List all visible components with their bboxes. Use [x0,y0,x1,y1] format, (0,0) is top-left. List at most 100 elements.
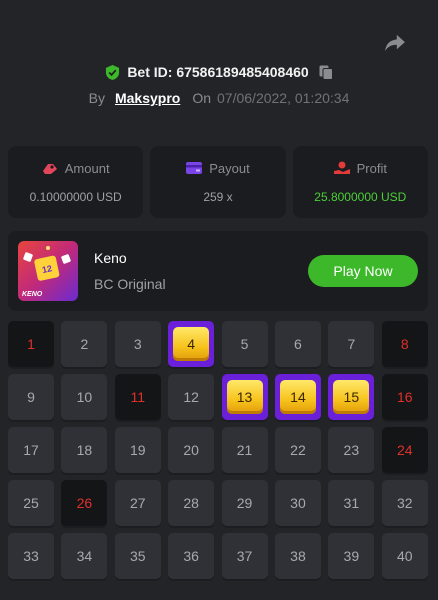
bet-id-row: Bet ID: 67586189485408460 [0,64,438,80]
keno-cell-number: 6 [294,336,302,352]
keno-cell-number: 11 [130,389,146,405]
payout-icon [186,162,203,174]
keno-cell-number: 12 [183,389,199,405]
keno-cell-miss: 16 [381,374,428,420]
share-icon[interactable] [384,34,406,52]
bet-stats: Amount 0.10000000 USD Payout 259 x Profi… [8,146,428,218]
keno-cell-miss: 8 [381,321,428,367]
keno-cell: 30 [274,480,321,526]
keno-cell-number: 26 [76,495,93,511]
keno-cell-number: 1 [27,336,35,352]
keno-cell-number: 33 [23,548,39,564]
game-name: Keno [94,250,127,266]
keno-cell-number: 25 [23,495,39,511]
thumb-label: KENO [22,291,43,298]
keno-cell: 6 [274,321,321,367]
amount-icon [42,164,57,174]
keno-game-thumbnail[interactable]: 12 KENO [18,241,78,301]
keno-cell: 39 [328,533,375,579]
keno-cell-number: 22 [290,442,306,458]
keno-cell-number: 15 [333,380,370,414]
keno-cell-number: 38 [290,548,306,564]
keno-cell: 37 [221,533,268,579]
keno-cell: 29 [221,480,268,526]
keno-cell: 31 [328,480,375,526]
keno-cell: 10 [61,374,108,420]
keno-cell-number: 34 [76,548,93,564]
copy-icon[interactable] [319,65,333,80]
keno-cell-number: 40 [396,548,413,564]
keno-cell: 18 [61,427,108,473]
keno-cell: 9 [8,374,54,420]
keno-cell-hit: 14 [274,374,321,420]
bet-id-text: Bet ID: 67586189485408460 [127,64,309,80]
payout-card: Payout 259 x [150,146,286,218]
keno-cell-number: 8 [400,336,409,352]
profit-label: Profit [356,160,387,176]
keno-cell-number: 29 [236,495,253,511]
keno-thumbnail-art: 12 KENO [22,246,71,298]
keno-cell-hit: 13 [221,374,268,420]
keno-cell-number: 37 [236,548,253,564]
keno-cell: 33 [8,533,54,579]
keno-cell-number: 9 [27,389,35,405]
keno-board: 1 2 3 4 5 6 7 8 9 10 11 12 13 14 15 16 17 18 19 20 21 22 23 24 2… [8,321,428,579]
keno-cell: 17 [8,427,54,473]
keno-cell-number: 35 [129,548,146,564]
amount-card: Amount 0.10000000 USD [8,146,144,218]
keno-cell-number: 27 [129,495,146,511]
keno-cell-number: 17 [23,442,39,458]
keno-cell-number: 36 [183,548,199,564]
bet-datetime: 07/06/2022, 01:20:34 [217,90,350,106]
shield-check-icon [106,64,120,80]
keno-cell-number: 31 [343,495,360,511]
keno-cell: 12 [168,374,215,420]
keno-cell: 2 [61,321,108,367]
keno-cell: 5 [221,321,268,367]
keno-cell-number: 14 [279,380,316,414]
keno-cell-number: 24 [396,442,413,458]
keno-cell: 19 [114,427,161,473]
keno-cell: 28 [168,480,215,526]
keno-cell-number: 23 [343,442,360,458]
keno-cell-number: 28 [183,495,199,511]
play-now-button[interactable]: Play Now [308,255,418,287]
keno-cell: 21 [221,427,268,473]
keno-cell: 22 [274,427,321,473]
keno-cell: 35 [114,533,161,579]
username-link[interactable]: Maksypro [115,90,180,106]
keno-cell-number: 10 [76,389,93,405]
keno-cell-number: 20 [183,442,199,458]
keno-cell-number: 13 [226,380,263,414]
keno-cell-number: 18 [76,442,93,458]
keno-cell-number: 16 [396,389,413,405]
keno-cell-number: 3 [133,336,142,352]
keno-cell-hit: 15 [328,374,375,420]
on-label: On [192,90,212,106]
profit-value: 25.8000000 USD [314,189,407,204]
keno-cell: 34 [61,533,108,579]
game-card: 12 KENO Keno BC Original Play Now [8,231,428,311]
payout-value: 259 x [203,189,233,204]
keno-cell: 25 [8,480,54,526]
keno-cell-miss: 1 [8,321,54,367]
keno-cell: 36 [168,533,215,579]
keno-cell-hit: 4 [168,321,215,367]
by-label: By [88,90,105,106]
keno-cell-number: 2 [80,336,89,352]
keno-cell-miss: 11 [114,374,161,420]
keno-cell-number: 21 [236,442,253,458]
keno-cell: 32 [381,480,428,526]
payout-label: Payout [209,160,250,176]
keno-cell: 40 [381,533,428,579]
keno-cell: 38 [274,533,321,579]
keno-cell-miss: 26 [61,480,108,526]
keno-cell-miss: 24 [381,427,428,473]
keno-cell: 3 [114,321,161,367]
amount-value: 0.10000000 USD [29,189,122,204]
keno-cell: 20 [168,427,215,473]
keno-cell: 23 [328,427,375,473]
keno-cell-number: 19 [129,442,146,458]
keno-cell-number: 4 [173,327,210,361]
keno-cell-number: 39 [343,548,360,564]
